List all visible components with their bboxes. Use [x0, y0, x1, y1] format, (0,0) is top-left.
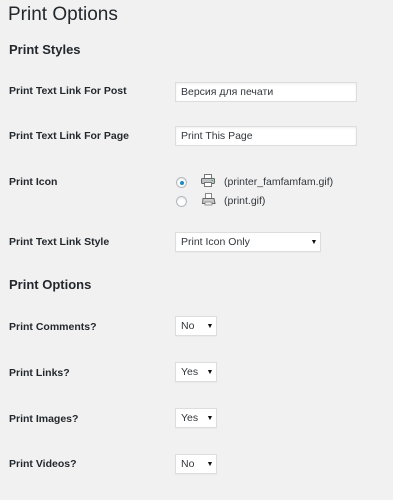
chevron-down-icon: ▼ [206, 414, 214, 422]
section-title-print-options: Print Options [9, 277, 92, 292]
links-label: Print Links? [9, 367, 70, 379]
images-label: Print Images? [9, 413, 79, 425]
link-style-value: Print Icon Only [181, 236, 250, 248]
comments-value: No [181, 320, 195, 332]
radio-selected-dot [179, 180, 184, 185]
post-link-label: Print Text Link For Post [9, 85, 127, 97]
chevron-down-icon: ▼ [206, 368, 214, 376]
section-title-print-styles: Print Styles [9, 42, 81, 57]
print-icon-label: Print Icon [9, 176, 58, 188]
comments-select[interactable]: No ▼ [175, 316, 217, 336]
images-select[interactable]: Yes ▼ [175, 408, 217, 428]
printer-icon [201, 174, 215, 187]
print-gif-label: (print.gif) [224, 195, 266, 207]
links-select[interactable]: Yes ▼ [175, 362, 217, 382]
radio-print-gif[interactable] [176, 196, 187, 207]
images-value: Yes [181, 412, 199, 424]
chevron-down-icon: ▼ [206, 460, 214, 468]
page-link-input[interactable] [175, 126, 357, 146]
links-value: Yes [181, 366, 199, 378]
printer-famfamfam-label: (printer_famfamfam.gif) [224, 176, 334, 188]
link-style-select[interactable]: Print Icon Only ▼ [175, 232, 321, 252]
radio-printer-famfamfam[interactable] [176, 177, 187, 188]
comments-label: Print Comments? [9, 321, 97, 333]
videos-label: Print Videos? [9, 458, 77, 470]
chevron-down-icon: ▼ [206, 322, 214, 330]
print-gif-icon [202, 193, 216, 206]
videos-select[interactable]: No ▼ [175, 454, 217, 474]
chevron-down-icon: ▼ [310, 238, 318, 246]
page-link-label: Print Text Link For Page [9, 130, 129, 142]
videos-value: No [181, 458, 195, 470]
link-style-label: Print Text Link Style [9, 236, 110, 248]
page-title: Print Options [8, 4, 118, 25]
post-link-input[interactable] [175, 82, 357, 102]
